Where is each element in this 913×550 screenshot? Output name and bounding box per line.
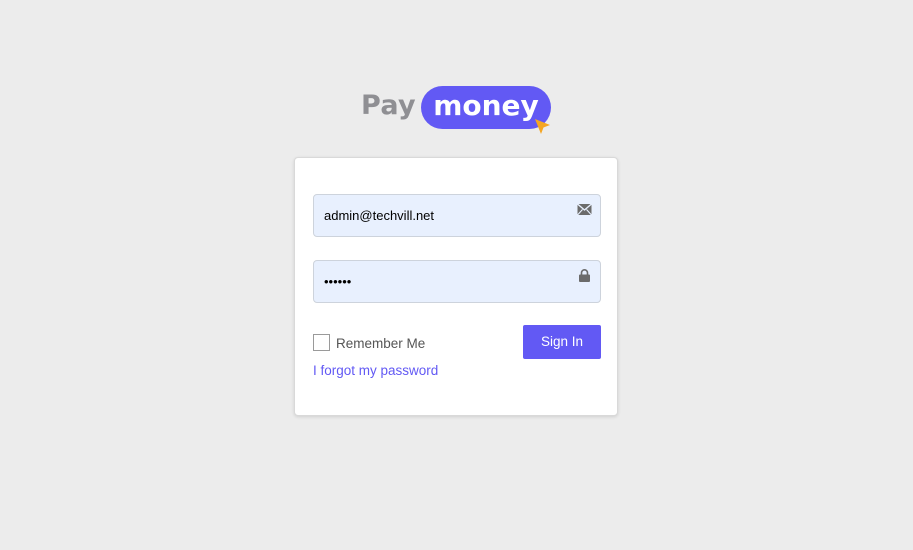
forgot-password-link[interactable]: I forgot my password	[313, 363, 438, 378]
envelope-icon	[577, 203, 592, 216]
sign-in-button[interactable]: Sign In	[523, 325, 601, 359]
email-input[interactable]	[314, 195, 574, 236]
remember-me-label: Remember Me	[336, 336, 426, 351]
remember-me-checkbox[interactable]	[313, 334, 330, 351]
password-field	[313, 260, 601, 303]
logo-money-text: money	[433, 89, 539, 122]
password-input[interactable]	[314, 261, 574, 302]
login-page: Pay money Remember Me	[0, 0, 913, 550]
paymoney-logo: Pay money	[361, 86, 553, 136]
email-field	[313, 194, 601, 237]
lock-icon	[579, 269, 590, 282]
cursor-icon	[535, 119, 550, 134]
logo-pay-text: Pay	[361, 90, 416, 121]
logo-money-pill: money	[421, 86, 551, 129]
login-card: Remember Me Sign In I forgot my password	[294, 157, 618, 416]
